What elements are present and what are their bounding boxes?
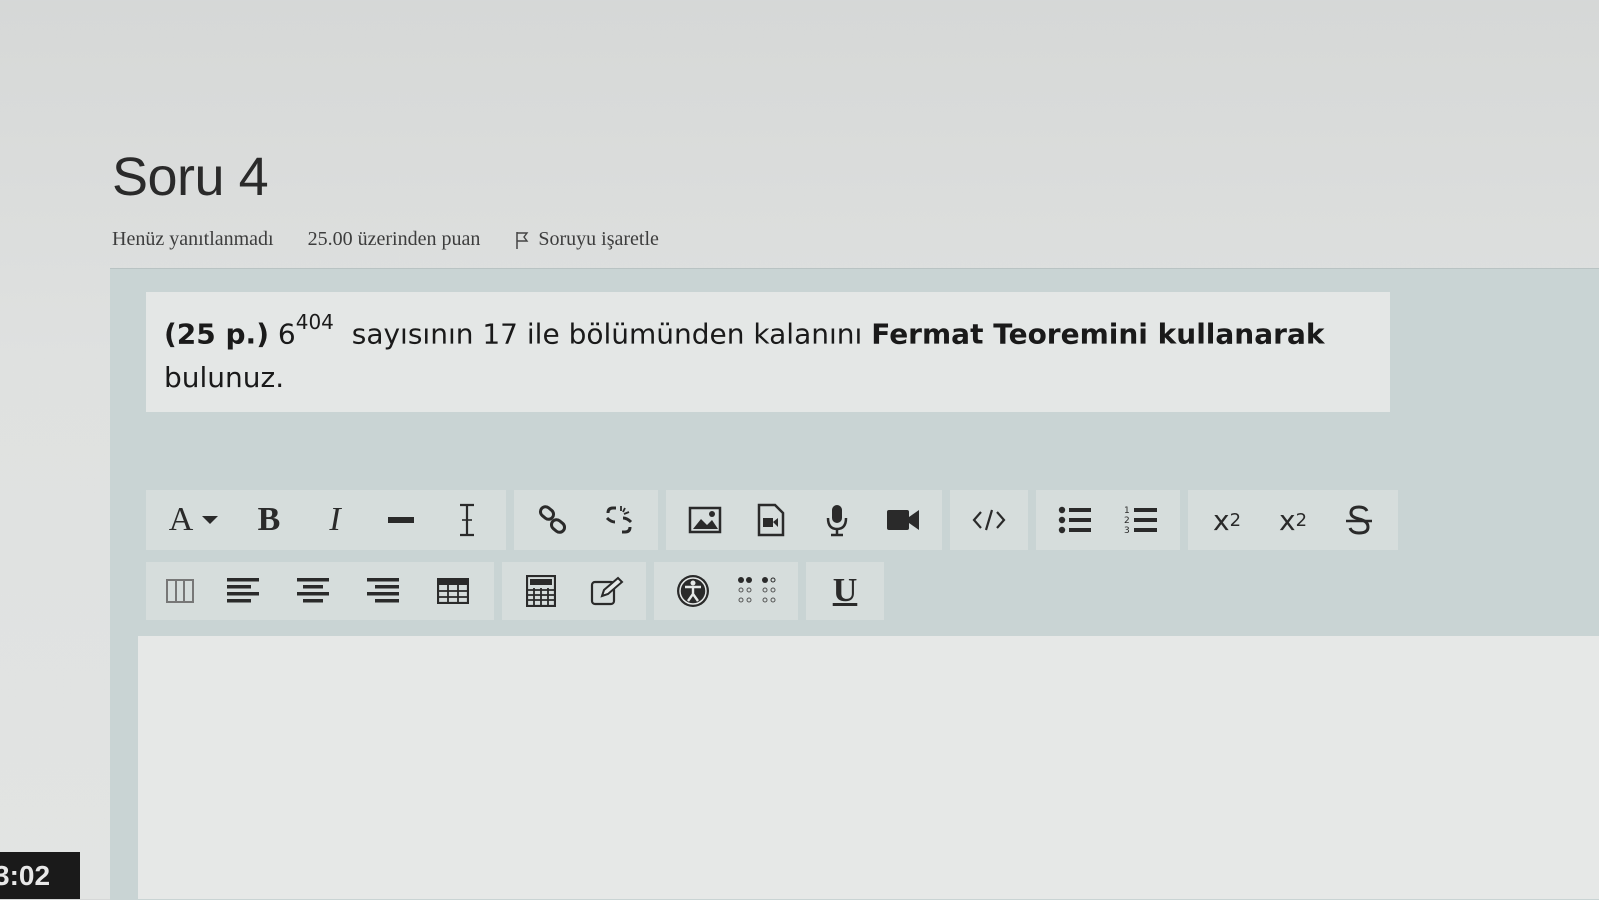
question-text-middle: sayısının 17 ile bölümünden kalanını	[351, 317, 863, 351]
superscript-button[interactable]: x2	[1260, 490, 1326, 550]
accessibility-checker-button[interactable]	[660, 562, 726, 620]
code-icon	[972, 509, 1006, 531]
question-points: 25.00 üzerinden puan	[307, 228, 481, 250]
remove-link-button[interactable]	[586, 490, 652, 550]
underline-group: U	[806, 562, 884, 620]
insert-image-button[interactable]	[672, 490, 738, 550]
align-left-icon	[227, 578, 259, 603]
align-right-icon	[367, 578, 399, 603]
superscript-sup: 2	[1295, 509, 1308, 531]
flag-question-link[interactable]: Soruyu işaretle	[514, 228, 659, 251]
insert-link-button[interactable]	[520, 490, 586, 550]
svg-text:1: 1	[1124, 506, 1130, 516]
equation-group	[502, 562, 646, 620]
superscript-base: x	[1278, 503, 1296, 537]
strikethrough-icon	[1346, 505, 1372, 535]
chevron-down-icon	[202, 516, 219, 524]
clear-formatting-button[interactable]	[434, 490, 500, 550]
microphone-icon	[826, 505, 848, 537]
media-file-icon	[757, 503, 785, 537]
numbered-list-icon: 1 2 3	[1124, 506, 1157, 536]
link-group	[514, 490, 658, 550]
question-title: Soru 4	[112, 147, 269, 207]
media-group	[666, 490, 942, 550]
horizontal-rule-icon	[388, 517, 414, 523]
font-size-label: A	[168, 501, 194, 538]
editor-toolbar-row-1: A B I 1 2 3 x 2 x 2	[146, 490, 1406, 550]
horizontal-rule-button[interactable]	[368, 490, 434, 550]
question-text-emphasis: Fermat Teoremini kullanarak	[871, 317, 1325, 351]
bullet-list-icon	[1058, 506, 1091, 534]
answer-editor[interactable]	[138, 636, 1599, 899]
code-group	[950, 490, 1028, 550]
record-video-button[interactable]	[870, 490, 936, 550]
question-points-prefix: (25 p.)	[164, 317, 269, 351]
svg-text:2: 2	[1124, 516, 1130, 526]
html-source-button[interactable]	[956, 490, 1022, 550]
answer-status: Henüz yanıtlanmadı	[112, 228, 274, 250]
text-cursor-icon	[460, 503, 474, 537]
video-timestamp: 3:02	[0, 852, 80, 899]
image-icon	[688, 506, 722, 534]
underline-label: U	[832, 572, 858, 609]
bold-button[interactable]: B	[236, 490, 302, 550]
list-group: 1 2 3	[1036, 490, 1180, 550]
record-audio-button[interactable]	[804, 490, 870, 550]
question-text: (25 p.) 6404 sayısının 17 ile bölümünden…	[146, 292, 1390, 412]
table-icon	[437, 578, 469, 604]
braille-icon	[738, 577, 776, 603]
bold-label: B	[257, 501, 281, 538]
flag-icon	[516, 231, 529, 249]
text-format-group: A B I	[146, 490, 506, 550]
editor-toolbar-row-2: U	[146, 562, 892, 620]
align-center-icon	[297, 578, 329, 603]
columns-icon	[166, 579, 194, 603]
insert-table-button[interactable]	[418, 562, 488, 620]
timestamp-text: 3:02	[0, 859, 51, 891]
font-size-button[interactable]: A	[152, 490, 236, 550]
pencil-square-icon	[590, 576, 624, 606]
script-group: x2 x2	[1188, 490, 1398, 550]
align-right-button[interactable]	[348, 562, 418, 620]
screenreader-helper-button[interactable]	[726, 562, 792, 620]
question-info: Henüz yanıtlanmadı 25.00 üzerinden puan …	[112, 228, 659, 251]
italic-label: I	[329, 501, 341, 538]
ltr-direction-button[interactable]	[152, 562, 208, 620]
subscript-sub: 2	[1229, 509, 1242, 531]
accessibility-icon	[677, 575, 709, 607]
calculator-icon	[526, 575, 556, 607]
underline-button[interactable]: U	[812, 562, 878, 620]
link-icon	[538, 505, 567, 534]
align-center-button[interactable]	[278, 562, 348, 620]
unordered-list-button[interactable]	[1042, 490, 1108, 550]
ordered-list-button[interactable]: 1 2 3	[1108, 490, 1174, 550]
accessibility-group	[654, 562, 798, 620]
equation-editor-button[interactable]	[508, 562, 574, 620]
power-exponent: 404	[295, 310, 334, 334]
insert-media-button[interactable]	[738, 490, 804, 550]
svg-text:3: 3	[1124, 526, 1130, 536]
flag-question-label: Soruyu işaretle	[538, 228, 659, 250]
power-base: 6	[277, 317, 296, 351]
edit-drawing-button[interactable]	[574, 562, 640, 620]
italic-button[interactable]: I	[302, 490, 368, 550]
unlink-icon	[605, 506, 633, 534]
subscript-base: x	[1212, 503, 1230, 537]
strikethrough-button[interactable]	[1326, 490, 1392, 550]
video-camera-icon	[887, 510, 919, 530]
question-text-suffix: bulunuz.	[164, 361, 285, 395]
alignment-group	[146, 562, 494, 620]
align-left-button[interactable]	[208, 562, 278, 620]
subscript-button[interactable]: x2	[1194, 490, 1260, 550]
